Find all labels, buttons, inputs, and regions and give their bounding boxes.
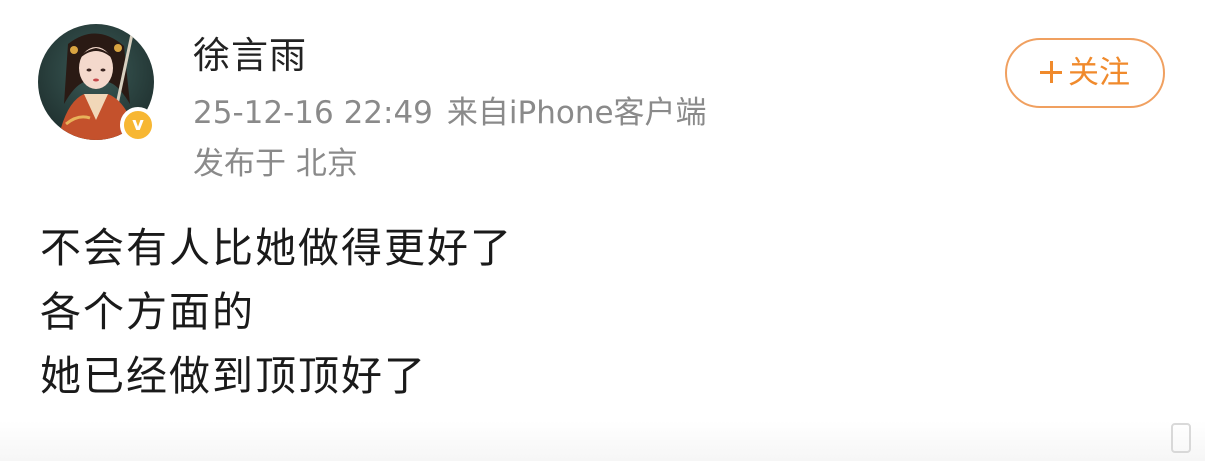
post-content-line: 不会有人比她做得更好了 [40,224,513,272]
verified-badge-icon: v [120,107,156,143]
post-timestamp: 25-12-16 22:49 [193,95,433,131]
follow-button-label: 关注 [1068,55,1130,91]
post-content-line: 她已经做到顶顶好了 [40,352,427,400]
post-content: 不会有人比她做得更好了 各个方面的 她已经做到顶顶好了 [40,216,1160,408]
bottom-fade [0,421,1205,461]
post-header: v 徐言雨 25-12-16 22:49 来自iPhone客户端 发布于 北京 关… [0,0,1205,200]
post-content-line: 各个方面的 [40,288,255,336]
author-avatar-container[interactable]: v [38,24,156,143]
watermark-icon [1171,423,1191,453]
post-location: 发布于 北京 [193,146,358,182]
follow-button[interactable]: 关注 [1005,38,1165,108]
author-name[interactable]: 徐言雨 [193,33,307,79]
post-source: 来自iPhone客户端 [446,95,707,131]
post-meta: 25-12-16 22:49 来自iPhone客户端 [193,92,707,134]
plus-icon [1040,60,1062,83]
